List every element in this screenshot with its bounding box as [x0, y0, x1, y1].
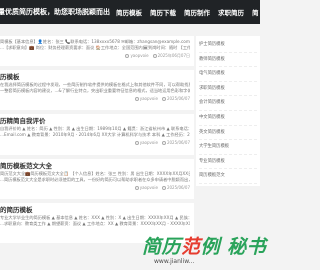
article-card[interactable]: 简模板【基本信息】👤姓名：张三 📞联系电话：138xxxx5678 ✉邮箱：zh…: [0, 36, 194, 66]
top-nav-bar: 量优质简历模板，助您职场脱颖而出 简历模板 简历下载 简历制作 求职简历 简: [0, 0, 260, 24]
site-watermark-logo: 简历范例 秘书 www.jianliw...: [138, 228, 266, 270]
user-icon: [134, 185, 139, 190]
user-icon: [134, 140, 139, 145]
article-list: 简模板【基本信息】👤姓名：张三 📞联系电话：138xxxx5678 ✉邮箱：zh…: [0, 36, 194, 247]
article-excerpt: ...Email.com ▲ 教育背景：2010年9月 - 2014年6月 XX…: [0, 132, 190, 138]
nav-item-make[interactable]: 简历制作: [184, 7, 210, 17]
author[interactable]: yaopvoie: [140, 96, 158, 101]
sidebar: 护士简历模板 教师简历模板 电气简历模板 求职简历模板 会计简历模板 中文简历模…: [196, 36, 260, 190]
article-title[interactable]: 历精简自我评价: [0, 117, 190, 126]
tag-link[interactable]: 英文简历模板: [199, 126, 257, 141]
date: 2025/06/07: [166, 95, 190, 101]
article-title[interactable]: 的简历模板: [0, 206, 190, 215]
user-icon: [134, 96, 139, 101]
date: 2025/06/07: [166, 139, 190, 145]
nav-item-more[interactable]: 简: [252, 7, 259, 17]
tag-link[interactable]: 求职简历模板: [199, 82, 257, 97]
article-card[interactable]: 历精简自我评价 自我评价的 ▲ 姓名：简历 ▲ 性别：男 ▲ 出生日期：1989…: [0, 114, 194, 155]
date: 2025年06月07日: [157, 52, 190, 58]
tag-link[interactable]: 护士简历模板: [199, 38, 257, 53]
article-excerpt: ...简历模板范文大全是求职时必须使用的工具，一份好的简历可以帮助求职者在众多申…: [0, 177, 190, 183]
watermark-text: 简历范例 秘书: [142, 236, 267, 258]
article-excerpt: ...【求职意向】💼 岗位：财务经理薪资要求：面议 🏠工作地点：全国范围内🗓到岗…: [0, 45, 190, 51]
clock-icon: [161, 140, 166, 145]
nav-item-download[interactable]: 简历下载: [150, 7, 176, 17]
article-excerpt: 一整套简历模板内容的建议，...&了解行业特点，突出职业重要特征信息的格式，适当…: [0, 88, 190, 94]
author[interactable]: yaopvoie: [130, 53, 148, 58]
tag-link[interactable]: 会计简历模板: [199, 96, 257, 111]
clock-icon: [161, 96, 166, 101]
main-nav: 简历模板 简历下载 简历制作 求职简历 简: [116, 7, 259, 17]
article-card[interactable]: 简历模板范文大全 简历范文大全💼简历模板范文大全📋 【个人信息】姓名：张三 性别…: [0, 159, 194, 199]
article-meta: yaopvoie 2025/06/07: [0, 185, 190, 191]
clock-icon: [152, 53, 157, 58]
clock-icon: [161, 185, 166, 190]
tag-link[interactable]: 中文简历模板: [199, 111, 257, 126]
tag-link[interactable]: 简历模板范文: [199, 169, 257, 184]
article-excerpt: ...求职意向：教育类工作 ▲ 期望薪资：面议 ▲ 工作地点：XX ▲ 教育背景…: [0, 221, 190, 227]
date: 2025/06/07: [166, 184, 190, 190]
user-icon: [125, 53, 130, 58]
tag-box: 护士简历模板 教师简历模板 电气简历模板 求职简历模板 会计简历模板 中文简历模…: [196, 36, 260, 186]
nav-item-templates[interactable]: 简历模板: [116, 7, 142, 17]
tag-link[interactable]: 电气简历模板: [199, 67, 257, 82]
article-title[interactable]: 简历模板范文大全: [0, 162, 190, 171]
author[interactable]: yaopvoie: [140, 140, 158, 145]
tag-link[interactable]: 教师简历模板: [199, 53, 257, 68]
tag-link[interactable]: 大学生简历模板: [199, 140, 257, 155]
article-meta: yaopvoie 2025/06/07: [0, 96, 190, 102]
article-card[interactable]: 历模板 在我选择简历模板的过程中发现，一些简历制作软件提供的模板在格式上和其他软…: [0, 70, 194, 110]
tag-list: 护士简历模板 教师简历模板 电气简历模板 求职简历模板 会计简历模板 中文简历模…: [199, 38, 257, 184]
article-meta: yaopvoie 2025/06/07: [0, 140, 190, 146]
article-meta: yaopvoie 2025年06月07日: [0, 53, 190, 59]
article-title[interactable]: 历模板: [0, 73, 190, 82]
author[interactable]: yaopvoie: [140, 185, 158, 190]
tag-link[interactable]: 专业简历模板: [199, 155, 257, 170]
watermark-url: www.jianliw...: [154, 258, 195, 265]
nav-item-job-resume[interactable]: 求职简历: [218, 7, 244, 17]
site-title[interactable]: 量优质简历模板，助您职场脱颖而出: [0, 7, 110, 17]
